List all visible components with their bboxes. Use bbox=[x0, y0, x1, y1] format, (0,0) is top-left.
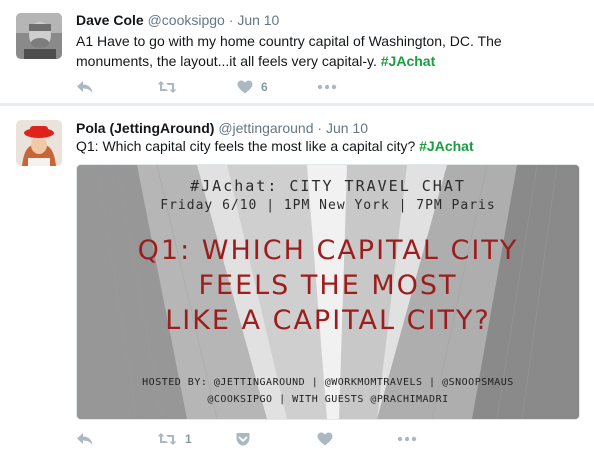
avatar[interactable] bbox=[16, 13, 62, 59]
reply-button[interactable] bbox=[76, 78, 94, 96]
media-title: #JAchat: CITY TRAVEL CHAT bbox=[190, 177, 466, 195]
separator-dot: · bbox=[317, 120, 323, 136]
media-question-line-1: Q1: WHICH CAPITAL CITY bbox=[137, 235, 519, 266]
timestamp[interactable]: Jun 10 bbox=[237, 12, 279, 28]
more-dots-icon bbox=[397, 436, 417, 442]
hashtag-link[interactable]: #JAchat bbox=[381, 53, 435, 69]
more-button[interactable] bbox=[317, 78, 337, 96]
author-handle[interactable]: @jettingaround bbox=[218, 120, 313, 136]
heart-icon bbox=[237, 80, 253, 94]
pocket-save-button[interactable] bbox=[235, 430, 251, 448]
tweet-text: Q1: Which capital city feels the most li… bbox=[76, 136, 576, 156]
tweet-actions: 1 bbox=[76, 430, 576, 448]
reply-icon bbox=[77, 81, 93, 93]
media-hosts-line-1: HOSTED BY: @JETTINGAROUND | @WORKMOMTRAV… bbox=[142, 377, 514, 388]
tweet-media-image[interactable]: #JAchat: CITY TRAVEL CHAT Friday 6/10 | … bbox=[76, 164, 580, 420]
author-name[interactable]: Pola (JettingAround) bbox=[76, 120, 214, 136]
timestamp[interactable]: Jun 10 bbox=[326, 120, 368, 136]
pocket-save-icon bbox=[236, 433, 250, 446]
tweet-body: A1 Have to go with my home country capit… bbox=[76, 33, 502, 69]
media-schedule: Friday 6/10 | 1PM New York | 7PM Paris bbox=[160, 198, 496, 213]
tweet-body: Q1: Which capital city feels the most li… bbox=[76, 138, 420, 154]
author-name[interactable]: Dave Cole bbox=[76, 12, 144, 28]
hashtag-link[interactable]: #JAchat bbox=[419, 138, 473, 154]
like-button[interactable] bbox=[317, 430, 341, 448]
avatar-photo-pola bbox=[16, 120, 62, 166]
tweet-text: A1 Have to go with my home country capit… bbox=[76, 31, 576, 71]
like-count: 6 bbox=[261, 80, 268, 94]
more-button[interactable] bbox=[397, 430, 417, 448]
reply-icon bbox=[77, 433, 93, 445]
heart-icon bbox=[317, 432, 333, 446]
more-dots-icon bbox=[317, 84, 337, 90]
tweet-pola[interactable]: Pola (JettingAround) @jettingaround · Ju… bbox=[0, 106, 594, 462]
retweet-icon bbox=[157, 433, 177, 445]
retweet-button[interactable] bbox=[157, 78, 185, 96]
tweet-header: Dave Cole @cooksipgo · Jun 10 bbox=[76, 12, 279, 28]
avatar[interactable] bbox=[16, 120, 62, 166]
media-question-line-2: FEELS THE MOST bbox=[198, 270, 458, 301]
retweet-icon bbox=[157, 81, 177, 93]
tweet-dave-cole[interactable]: Dave Cole @cooksipgo · Jun 10 A1 Have to… bbox=[0, 0, 594, 104]
retweet-count: 1 bbox=[185, 432, 192, 446]
avatar-photo-dave bbox=[16, 13, 62, 59]
media-hosts-line-2: @COOKSIPGO | WITH GUESTS @PRACHIMADRI bbox=[207, 394, 449, 405]
author-handle[interactable]: @cooksipgo bbox=[148, 12, 225, 28]
tweet-actions: 6 bbox=[76, 78, 576, 96]
retweet-button[interactable]: 1 bbox=[157, 430, 192, 448]
separator-dot: · bbox=[228, 12, 234, 28]
media-question-line-3: LIKE A CAPITAL CITY? bbox=[165, 305, 491, 336]
reply-button[interactable] bbox=[76, 430, 94, 448]
tweet-header: Pola (JettingAround) @jettingaround · Ju… bbox=[76, 120, 368, 136]
like-button[interactable]: 6 bbox=[237, 78, 268, 96]
